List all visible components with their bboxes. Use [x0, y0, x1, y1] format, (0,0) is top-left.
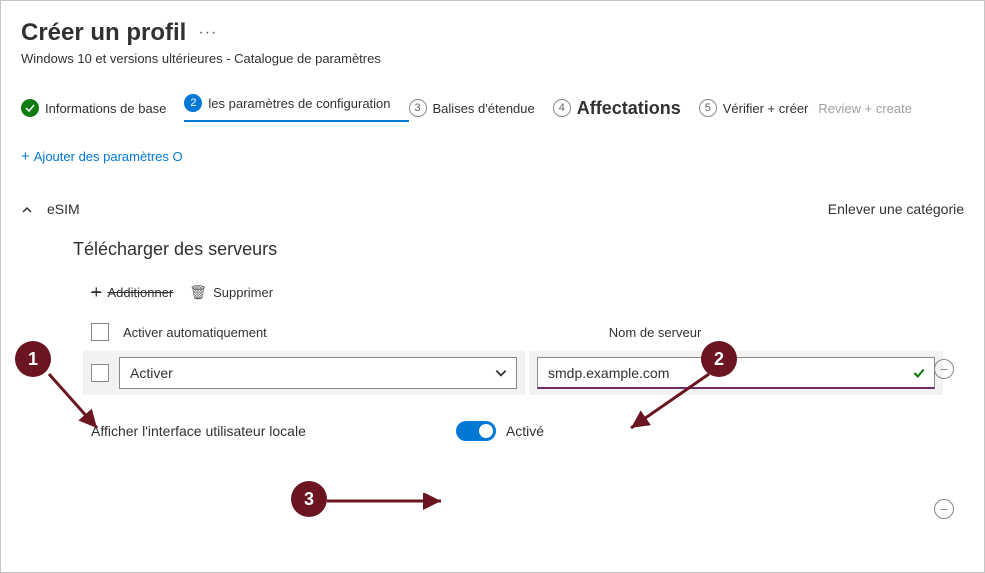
page-subtitle: Windows 10 et versions ultérieures - Cat…	[21, 51, 964, 66]
step-label: Balises d'étendue	[433, 101, 535, 116]
checkmark-icon	[912, 366, 926, 383]
check-icon	[21, 99, 39, 117]
annotation-badge-2: 2	[701, 341, 737, 377]
step-label: Informations de base	[45, 101, 166, 116]
step-review[interactable]: 5 Vérifier + créer	[699, 99, 827, 117]
enable-field-wrap: Activer	[83, 351, 525, 395]
collapse-1[interactable]: −	[934, 359, 954, 379]
step-label: Review + create	[818, 101, 912, 116]
annotation-badge-1: 1	[15, 341, 51, 377]
auto-enable-checkbox[interactable]	[91, 323, 109, 341]
step-number-icon: 2	[184, 94, 202, 112]
category-row: eSIM Enlever une catégorie	[21, 201, 964, 217]
show-ui-row: Afficher l'interface utilisateur locale …	[91, 421, 964, 441]
add-button[interactable]: + Additionner	[91, 282, 173, 303]
page-title: Créer un profil	[21, 19, 186, 47]
category-header[interactable]: eSIM	[21, 201, 80, 217]
section-title: Télécharger des serveurs	[73, 239, 964, 260]
step-label: les paramètres de configuration	[208, 96, 390, 111]
step-number-icon: 5	[699, 99, 717, 117]
chevron-down-icon	[494, 366, 508, 383]
step-number-icon: 3	[409, 99, 427, 117]
category-name: eSIM	[47, 201, 80, 217]
enable-select[interactable]: Activer	[119, 357, 517, 389]
window-frame: Créer un profil ··· Windows 10 et versio…	[0, 0, 985, 573]
show-ui-label: Afficher l'interface utilisateur locale	[91, 423, 306, 439]
chevron-up-icon	[21, 203, 33, 215]
add-settings-label: Ajouter des paramètres O	[34, 149, 183, 164]
step-label: Affectations	[577, 98, 681, 119]
arrow-2	[613, 366, 733, 446]
server-name-header: Nom de serveur	[609, 325, 701, 340]
select-value: Activer	[130, 365, 173, 381]
minus-icon: −	[934, 359, 954, 379]
step-config[interactable]: 2 les paramètres de configuration	[184, 94, 408, 122]
fields-row: Activer smdp.example.com	[83, 351, 964, 395]
title-row: Créer un profil ···	[21, 19, 964, 47]
add-settings-link[interactable]: + Ajouter des paramètres O	[21, 148, 964, 165]
auto-enable-label: Activer automatiquement	[123, 325, 267, 340]
step-scope-tags[interactable]: 3 Balises d'étendue	[409, 99, 553, 117]
step-basics[interactable]: Informations de base	[21, 99, 184, 117]
remove-category-link[interactable]: Enlever une catégorie	[828, 201, 964, 217]
delete-button[interactable]: 🗑 Supprimer	[189, 284, 273, 301]
minus-icon: −	[934, 499, 954, 519]
step-label: Vérifier + créer	[723, 101, 809, 116]
step-assignments[interactable]: 4 Affectations	[553, 98, 699, 119]
wizard-steps: Informations de base 2 les paramètres de…	[21, 94, 964, 122]
trash-icon: 🗑	[189, 284, 207, 301]
toggle-knob	[479, 424, 493, 438]
command-row: + Additionner 🗑 Supprimer	[91, 282, 964, 303]
step-number-icon: 4	[553, 99, 571, 117]
more-icon[interactable]: ···	[198, 24, 217, 42]
toggle-state: Activé	[506, 423, 544, 439]
auto-enable-row: Activer automatiquement Nom de serveur	[91, 323, 964, 341]
collapse-2[interactable]: −	[934, 499, 954, 519]
add-label: Additionner	[108, 285, 174, 300]
plus-icon: +	[21, 148, 30, 165]
show-ui-toggle[interactable]	[456, 421, 496, 441]
arrow-3	[321, 493, 461, 513]
delete-label: Supprimer	[213, 285, 273, 300]
annotation-badge-3: 3	[291, 481, 327, 517]
plus-icon: +	[91, 282, 102, 303]
arrow-1	[41, 366, 121, 446]
step-review-ghost: Review + create	[818, 101, 930, 116]
